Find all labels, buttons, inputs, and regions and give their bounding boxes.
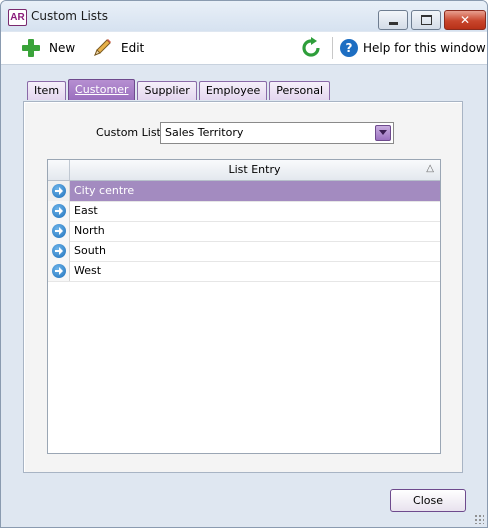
close-button[interactable]: Close — [390, 489, 466, 512]
maximize-button[interactable] — [411, 10, 441, 30]
pencil-icon — [94, 39, 111, 56]
sort-ascending-icon: △ — [426, 163, 434, 174]
custom-lists-window: AR Custom Lists ✕ New Edit ? Help for th… — [0, 0, 488, 528]
resize-grip[interactable] — [474, 514, 484, 524]
refresh-button[interactable] — [300, 32, 322, 64]
app-icon: AR — [8, 9, 27, 26]
new-button[interactable]: New — [21, 32, 75, 64]
arrow-right-icon[interactable] — [52, 264, 66, 278]
edit-label: Edit — [121, 41, 145, 55]
list-entry-cell: North — [74, 224, 105, 237]
arrow-right-icon[interactable] — [52, 204, 66, 218]
table-row[interactable]: City centre — [48, 181, 440, 202]
help-button[interactable]: ? Help for this window — [340, 32, 486, 64]
plus-icon — [21, 38, 41, 58]
row-header[interactable] — [48, 221, 70, 241]
row-header[interactable] — [48, 201, 70, 221]
table-row[interactable]: North — [48, 221, 440, 242]
grid-header: List Entry △ — [48, 160, 440, 181]
tab-supplier[interactable]: Supplier — [137, 81, 197, 100]
grid-corner — [48, 160, 70, 180]
list-entry-cell: East — [74, 204, 98, 217]
row-header[interactable] — [48, 181, 70, 201]
help-icon: ? — [340, 39, 358, 57]
custom-list-value: Sales Territory — [165, 126, 244, 139]
tab-employee[interactable]: Employee — [198, 81, 268, 100]
help-label: Help for this window — [363, 41, 486, 55]
toolbar: New Edit ? Help for this window — [1, 32, 487, 65]
window-title: Custom Lists — [31, 9, 109, 23]
refresh-icon — [302, 37, 320, 57]
arrow-right-icon[interactable] — [52, 224, 66, 238]
tab-personal[interactable]: Personal — [269, 81, 331, 100]
table-row[interactable]: South — [48, 241, 440, 262]
new-label: New — [49, 41, 76, 55]
minimize-icon — [388, 21, 398, 25]
custom-list-label: Custom List: — [96, 126, 165, 139]
list-entry-cell: West — [74, 264, 102, 277]
dropdown-arrow-icon[interactable] — [375, 125, 391, 141]
close-icon: ✕ — [459, 13, 471, 27]
table-row[interactable]: East — [48, 201, 440, 222]
maximize-icon — [420, 15, 432, 25]
toolbar-separator — [332, 37, 333, 59]
custom-list-select[interactable]: Sales Territory — [160, 122, 394, 144]
tab-item[interactable]: Item — [27, 81, 67, 100]
tab-strip: Item Customer Supplier Employee Personal — [27, 79, 332, 101]
tab-customer[interactable]: Customer — [68, 79, 136, 100]
table-row[interactable]: West — [48, 261, 440, 282]
list-entry-cell: City centre — [74, 184, 135, 197]
edit-button[interactable]: Edit — [91, 32, 144, 64]
title-bar[interactable]: AR Custom Lists ✕ — [1, 1, 487, 31]
arrow-right-icon[interactable] — [52, 244, 66, 258]
tab-panel: Custom List: Sales Territory List Entry … — [23, 101, 463, 473]
row-header[interactable] — [48, 241, 70, 261]
close-window-button[interactable]: ✕ — [444, 10, 486, 30]
list-entry-cell: South — [74, 244, 106, 257]
row-header[interactable] — [48, 261, 70, 281]
list-entry-grid: List Entry △ City centre East North Sout… — [47, 159, 441, 454]
arrow-right-icon[interactable] — [52, 184, 66, 198]
column-header-list-entry[interactable]: List Entry — [69, 163, 440, 176]
minimize-button[interactable] — [378, 10, 408, 30]
